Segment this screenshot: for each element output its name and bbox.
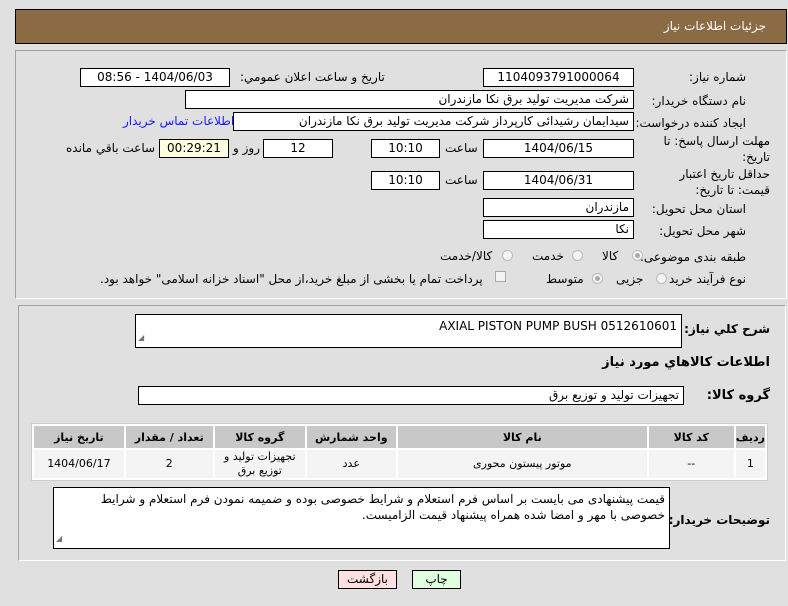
col-row: ردیف xyxy=(735,426,765,448)
remaining-time-field: 00:29:21 xyxy=(159,139,229,158)
back-button[interactable]: بازگشت xyxy=(338,570,397,589)
col-group: گروه کالا xyxy=(214,426,305,448)
deadline-time-field: 10:10 xyxy=(371,139,440,158)
goods-section-title: اطلاعات کالاهاي مورد نیاز xyxy=(602,355,770,370)
province-label: استان محل تحویل: xyxy=(651,202,746,216)
page-header: جزئیات اطلاعات نیاز xyxy=(15,9,787,44)
goods-group-field: تجهیزات تولید و توزیع برق xyxy=(138,386,684,405)
cell-code: -- xyxy=(648,450,734,478)
buyer-org-field: شرکت مدیریت تولید برق نکا مازندران xyxy=(185,90,634,109)
col-unit: واحد شمارش xyxy=(306,426,396,448)
table-row: 1 -- موتور پیستون محوری عدد تجهیزات تولی… xyxy=(34,450,765,478)
need-number-label: شماره نیاز: xyxy=(689,70,746,84)
cell-unit: عدد xyxy=(306,450,396,478)
goods-group-label: گروه کالا: xyxy=(706,388,770,403)
deadline-label: مهلت ارسال پاسخ: تا تاریخ: xyxy=(663,134,770,164)
buyer-notes-textarea[interactable]: قیمت پیشنهادی می بایست بر اساس فرم استعل… xyxy=(53,487,670,549)
category-service-radio[interactable] xyxy=(572,250,583,261)
category-goods-label: کالا xyxy=(602,249,619,263)
category-goods-radio[interactable] xyxy=(632,250,643,261)
deadline-date-field: 1404/06/15 xyxy=(483,139,634,158)
days-field: 12 xyxy=(263,139,333,158)
announce-label: تاریخ و ساعت اعلان عمومي: xyxy=(240,70,385,84)
col-date: تاریخ نیاز xyxy=(34,426,124,448)
city-label: شهر محل تحویل: xyxy=(659,224,746,238)
province-field: مازندران xyxy=(483,198,634,217)
buyer-org-label: نام دستگاه خریدار: xyxy=(651,94,747,108)
cell-date: 1404/06/17 xyxy=(34,450,124,478)
summary-textarea[interactable]: AXIAL PISTON PUMP BUSH 0512610601 ◢ xyxy=(135,314,682,348)
days-label: روز و xyxy=(233,141,260,155)
deadline-hour-label: ساعت xyxy=(445,141,478,155)
cell-name: موتور پیستون محوری xyxy=(397,450,647,478)
process-label: نوع فرآیند خرید : xyxy=(661,272,746,286)
validity-hour-label: ساعت xyxy=(445,173,478,187)
validity-label: حداقل تاریخ اعتبار قیمت: تا تاریخ: xyxy=(679,167,770,197)
resize-grip-icon[interactable]: ◢ xyxy=(56,531,62,547)
creator-field: سیدایمان رشیدائی کارپرداز شرکت مدیریت تو… xyxy=(233,112,634,131)
col-quantity: تعداد / مقدار xyxy=(125,426,213,448)
validity-time-field: 10:10 xyxy=(371,171,440,190)
city-field: نکا xyxy=(483,220,634,239)
process-minor-radio[interactable] xyxy=(656,273,667,284)
category-label: طبقه بندی موضوعی: xyxy=(639,250,746,264)
cell-group: تجهیزات تولید و توزیع برق xyxy=(214,450,305,478)
buyer-notes-text: قیمت پیشنهادی می بایست بر اساس فرم استعل… xyxy=(100,492,665,522)
print-button[interactable]: چاپ xyxy=(412,570,461,589)
category-both-radio[interactable] xyxy=(502,250,513,261)
buyer-contact-link[interactable]: اطلاعات تماس خریدار xyxy=(123,114,234,128)
table-header-row: ردیف کد کالا نام کالا واحد شمارش گروه کا… xyxy=(34,426,765,448)
validity-date-field: 1404/06/31 xyxy=(483,171,634,190)
treasury-payment-note: پرداخت تمام یا بخشی از مبلغ خرید،از محل … xyxy=(100,272,483,286)
resize-grip-icon[interactable]: ◢ xyxy=(138,330,144,346)
creator-label: ایجاد کننده درخواست: xyxy=(635,116,746,130)
col-code: کد کالا xyxy=(648,426,734,448)
buyer-notes-label: توضیحات خریدار: xyxy=(668,513,770,527)
goods-table: ردیف کد کالا نام کالا واحد شمارش گروه کا… xyxy=(31,423,768,481)
announce-field: 1404/06/03 - 08:56 xyxy=(80,68,230,87)
summary-label: شرح کلي نیاز: xyxy=(684,322,770,336)
process-minor-label: جزیی xyxy=(616,272,644,286)
process-medium-label: متوسط xyxy=(546,272,584,286)
need-number-field: 1104093791000064 xyxy=(483,68,634,87)
summary-text: AXIAL PISTON PUMP BUSH 0512610601 xyxy=(439,319,677,333)
col-name: نام کالا xyxy=(397,426,647,448)
process-medium-radio[interactable] xyxy=(592,273,603,284)
category-both-label: کالا/خدمت xyxy=(440,249,493,263)
category-service-label: خدمت xyxy=(532,249,564,263)
cell-quantity: 2 xyxy=(125,450,213,478)
remaining-label: ساعت باقي مانده xyxy=(66,141,156,155)
page-title: جزئیات اطلاعات نیاز xyxy=(663,19,766,33)
treasury-payment-checkbox[interactable] xyxy=(495,271,506,282)
cell-row: 1 xyxy=(735,450,765,478)
